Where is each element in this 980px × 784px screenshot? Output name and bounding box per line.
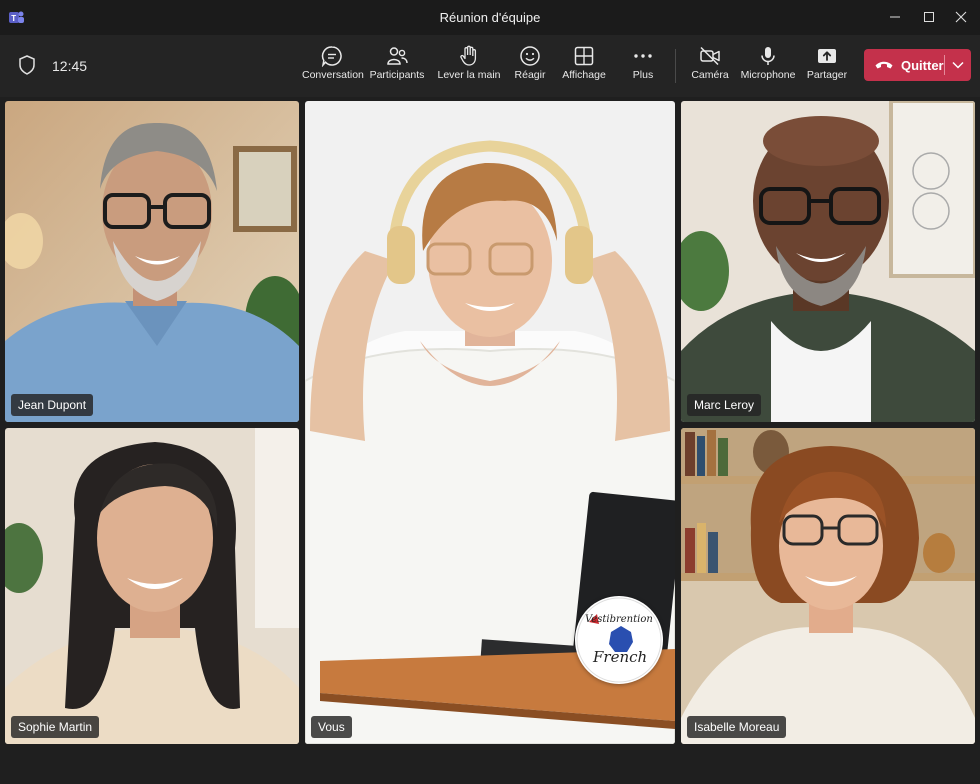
video-tile-self[interactable]: Vous Vestibrention French — [305, 101, 675, 744]
camera-button[interactable]: Caméra — [688, 41, 732, 93]
leave-button[interactable]: Quitter — [864, 49, 944, 81]
smiley-icon — [520, 46, 540, 66]
meeting-timer: 12:45 — [52, 58, 88, 74]
view-button[interactable]: Affichage — [560, 41, 608, 93]
leave-button-group: Quitter — [864, 49, 971, 81]
share-button[interactable]: Partager — [804, 41, 850, 93]
shield-icon[interactable] — [18, 55, 36, 75]
raise-hand-icon — [460, 45, 477, 66]
react-button[interactable]: Réagir — [510, 41, 550, 93]
more-dots-icon — [634, 54, 652, 58]
leave-label: Quitter — [901, 58, 944, 73]
video-feed-jean-dupont — [5, 101, 299, 422]
chat-label: Conversation — [302, 69, 364, 81]
name-tag-self: Vous — [311, 716, 352, 738]
chat-icon — [321, 46, 342, 67]
grid-view-icon — [574, 46, 594, 66]
maximize-button[interactable] — [914, 4, 944, 30]
close-button[interactable] — [946, 4, 976, 30]
view-label: Affichage — [562, 69, 606, 81]
chat-button[interactable]: Conversation — [302, 41, 364, 93]
minimize-button[interactable] — [880, 4, 910, 30]
video-tile-jean-dupont[interactable]: Jean Dupont — [5, 101, 299, 422]
camera-off-icon — [700, 46, 720, 66]
name-tag-jean-dupont: Jean Dupont — [11, 394, 94, 416]
brand-logo-badge: Vestibrention French — [575, 596, 663, 684]
name-tag-sophie-martin: Sophie Martin — [11, 716, 100, 738]
toolbar-divider — [675, 49, 676, 83]
title-bar: T Réunion d'équipe — [0, 0, 980, 35]
video-tile-isabelle-moreau[interactable]: Isabelle Moreau — [681, 428, 975, 744]
meeting-toolbar: 12:45 Conversation Participants Lever la… — [0, 35, 980, 97]
more-label: Plus — [632, 69, 654, 81]
video-tile-sophie-martin[interactable]: Sophie Martin — [5, 428, 299, 744]
microphone-label: Microphone — [740, 69, 796, 81]
react-label: Réagir — [514, 69, 546, 81]
participants-button[interactable]: Participants — [368, 41, 426, 93]
raise-hand-label: Lever la main — [437, 69, 501, 81]
hang-up-icon — [875, 61, 893, 69]
badge-text-bottom: French — [593, 648, 648, 666]
raise-hand-button[interactable]: Lever la main — [436, 41, 502, 93]
badge-text-top: Vestibrention — [585, 614, 653, 625]
people-icon — [387, 47, 408, 65]
more-button[interactable]: Plus — [626, 41, 660, 93]
microphone-button[interactable]: Microphone — [738, 41, 798, 93]
name-tag-isabelle-moreau: Isabelle Moreau — [687, 716, 787, 738]
france-map-icon — [576, 597, 662, 683]
video-feed-marc-leroy — [681, 101, 975, 422]
close-icon — [955, 11, 967, 23]
camera-label: Caméra — [691, 69, 729, 81]
name-tag-marc-leroy: Marc Leroy — [687, 394, 762, 416]
leave-options-button[interactable] — [945, 49, 971, 81]
share-label: Partager — [806, 69, 848, 81]
video-feed-isabelle-moreau — [681, 428, 975, 744]
video-tile-marc-leroy[interactable]: Marc Leroy — [681, 101, 975, 422]
chevron-down-icon — [952, 61, 964, 69]
microphone-icon — [761, 47, 775, 65]
window-title: Réunion d'équipe — [439, 10, 541, 25]
video-feed-sophie-martin — [5, 428, 299, 744]
share-screen-icon — [818, 49, 836, 63]
participants-label: Participants — [369, 69, 425, 81]
minimize-icon — [890, 16, 900, 18]
maximize-icon — [924, 12, 934, 22]
